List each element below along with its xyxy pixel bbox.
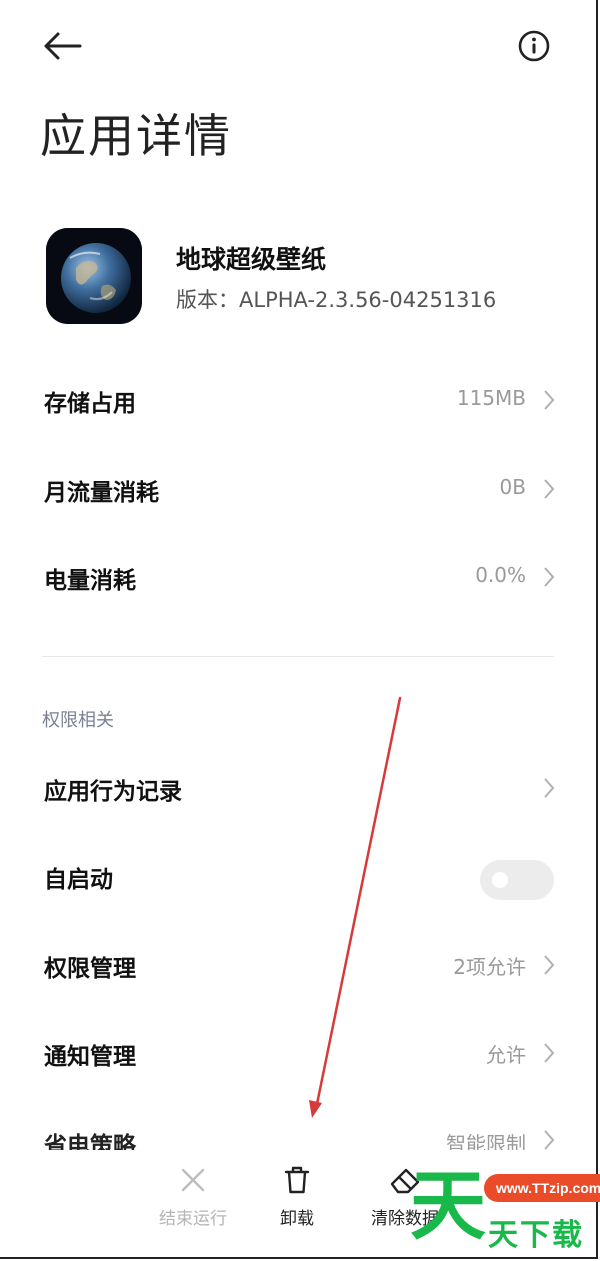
top-bar [0, 0, 600, 90]
chevron-right-icon [544, 955, 555, 975]
row-value: 0B [499, 475, 526, 499]
page-title: 应用详情 [40, 109, 232, 163]
row-label: 电量消耗 [44, 568, 136, 594]
autostart-row: 自启动 [0, 842, 600, 912]
notification-mgmt-row[interactable]: 通知管理 允许 [0, 1019, 600, 1089]
action-label: 结束运行 [159, 1209, 227, 1229]
behavior-log-row[interactable]: 应用行为记录 [0, 754, 600, 824]
chevron-right-icon [544, 1130, 555, 1150]
row-label: 自启动 [44, 867, 113, 893]
row-label: 权限管理 [44, 956, 136, 982]
storage-row[interactable]: 存储占用 115MB [0, 366, 600, 436]
chevron-right-icon [544, 1043, 555, 1063]
row-value: 0.0% [475, 563, 526, 587]
uninstall-button[interactable]: 卸载 [242, 1164, 352, 1244]
power-saving-row[interactable]: 省电策略 智能限制 [0, 1118, 600, 1154]
close-icon [181, 1168, 205, 1192]
chevron-right-icon [544, 567, 555, 587]
autostart-toggle[interactable] [480, 860, 554, 900]
row-value: 允许 [486, 1043, 526, 1067]
row-label: 存储占用 [44, 391, 136, 417]
chevron-right-icon [544, 390, 555, 410]
eraser-icon [390, 1168, 420, 1194]
app-version: 版本：ALPHA-2.3.56-04251316 [176, 288, 497, 312]
row-value: 2项允许 [453, 955, 526, 979]
row-value: 115MB [456, 386, 526, 410]
arrow-left-icon [44, 32, 82, 60]
row-label: 应用行为记录 [44, 779, 182, 805]
app-icon [46, 228, 142, 324]
toggle-knob [492, 872, 508, 888]
action-label: 清除数据 [371, 1209, 439, 1229]
chevron-right-icon [544, 778, 555, 798]
section-divider [42, 656, 554, 657]
row-label: 月流量消耗 [44, 480, 159, 506]
app-card: 地球超级壁纸 版本：ALPHA-2.3.56-04251316 [46, 226, 556, 326]
action-label: 卸载 [280, 1209, 314, 1229]
bottom-action-bar: 结束运行 卸载 清除数据 [0, 1150, 596, 1254]
permission-mgmt-row[interactable]: 权限管理 2项允许 [0, 931, 600, 1001]
battery-row[interactable]: 电量消耗 0.0% [0, 543, 600, 613]
clear-data-button[interactable]: 清除数据 [350, 1164, 460, 1244]
info-icon [518, 30, 550, 62]
section-label: 权限相关 [42, 710, 114, 731]
force-stop-button[interactable]: 结束运行 [138, 1164, 248, 1244]
chevron-right-icon [544, 479, 555, 499]
trash-icon [284, 1166, 310, 1194]
app-name: 地球超级壁纸 [176, 245, 327, 274]
back-button[interactable] [40, 28, 84, 64]
data-usage-row[interactable]: 月流量消耗 0B [0, 455, 600, 525]
earth-icon [46, 228, 142, 324]
info-button[interactable] [516, 28, 552, 64]
row-label: 通知管理 [44, 1044, 136, 1070]
